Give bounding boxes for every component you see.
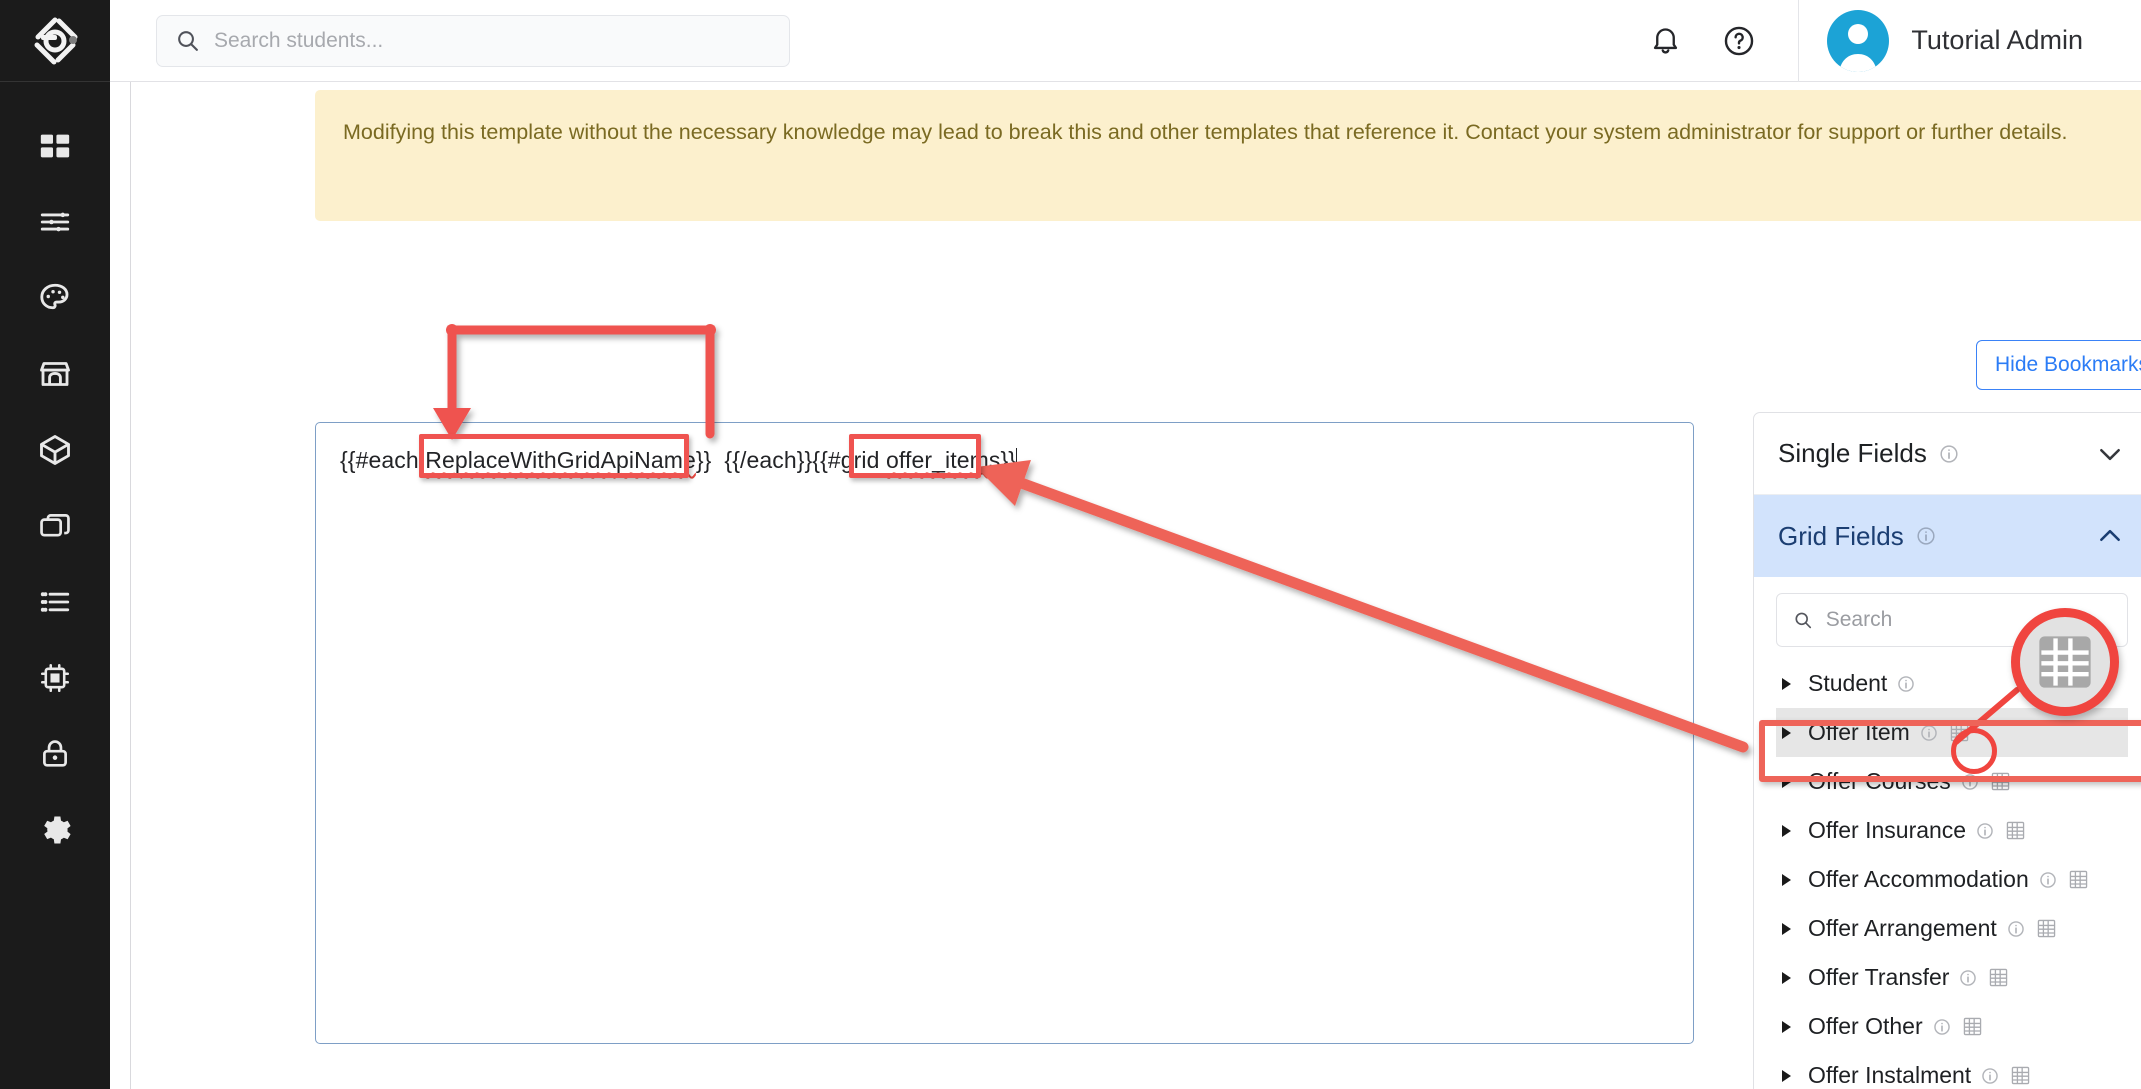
cube-icon — [37, 432, 73, 468]
page-content: Modifying this template without the nece… — [131, 82, 2141, 1089]
annotation-arrow-to-token — [976, 460, 1743, 747]
layers-copy-icon — [38, 509, 72, 543]
left-nav-rail — [0, 0, 110, 1089]
sidebar-item-security[interactable] — [0, 716, 110, 792]
bell-icon — [1649, 24, 1682, 57]
palette-icon — [37, 280, 73, 316]
gear-icon — [37, 812, 73, 848]
brand-logo-icon — [29, 15, 81, 67]
notifications-button[interactable] — [1628, 0, 1702, 82]
sidebar-item-appearance[interactable] — [0, 260, 110, 336]
lock-icon — [38, 737, 72, 771]
sidebar-item-settings-tune[interactable] — [0, 184, 110, 260]
user-avatar-icon — [1827, 10, 1889, 72]
main-area: Modifying this template without the nece… — [110, 82, 2141, 1089]
annotation-connector-bracket — [433, 324, 716, 440]
app-root: Tutorial Admin Modifying this template w… — [0, 0, 2141, 1089]
sidebar-item-lists[interactable] — [0, 564, 110, 640]
sidebar-item-configuration[interactable] — [0, 792, 110, 868]
brand-logo[interactable] — [0, 0, 110, 82]
dashboard-grid-icon — [38, 129, 72, 163]
top-bar-actions: Tutorial Admin — [1628, 0, 2141, 81]
top-bar: Tutorial Admin — [110, 0, 2141, 82]
sidebar-item-marketplace[interactable] — [0, 336, 110, 412]
global-search[interactable] — [156, 15, 790, 67]
sidebar-item-integrations[interactable] — [0, 640, 110, 716]
topbar-divider — [1798, 0, 1799, 82]
annotation-magnifier-leader — [1956, 690, 2017, 742]
search-icon — [175, 28, 200, 53]
sliders-icon — [38, 205, 72, 239]
store-icon — [37, 356, 73, 392]
sidebar-item-dashboard[interactable] — [0, 108, 110, 184]
sidebar-item-modules[interactable] — [0, 412, 110, 488]
rail-item-list — [0, 108, 110, 868]
list-icon — [38, 585, 72, 619]
avatar[interactable] — [1827, 10, 1889, 72]
chip-icon — [38, 661, 72, 695]
search-input[interactable] — [214, 29, 771, 53]
annotation-overlay — [131, 82, 2141, 1089]
question-circle-icon — [1722, 24, 1756, 58]
help-button[interactable] — [1702, 0, 1776, 82]
user-name-label: Tutorial Admin — [1911, 25, 2083, 56]
sidebar-item-templates[interactable] — [0, 488, 110, 564]
